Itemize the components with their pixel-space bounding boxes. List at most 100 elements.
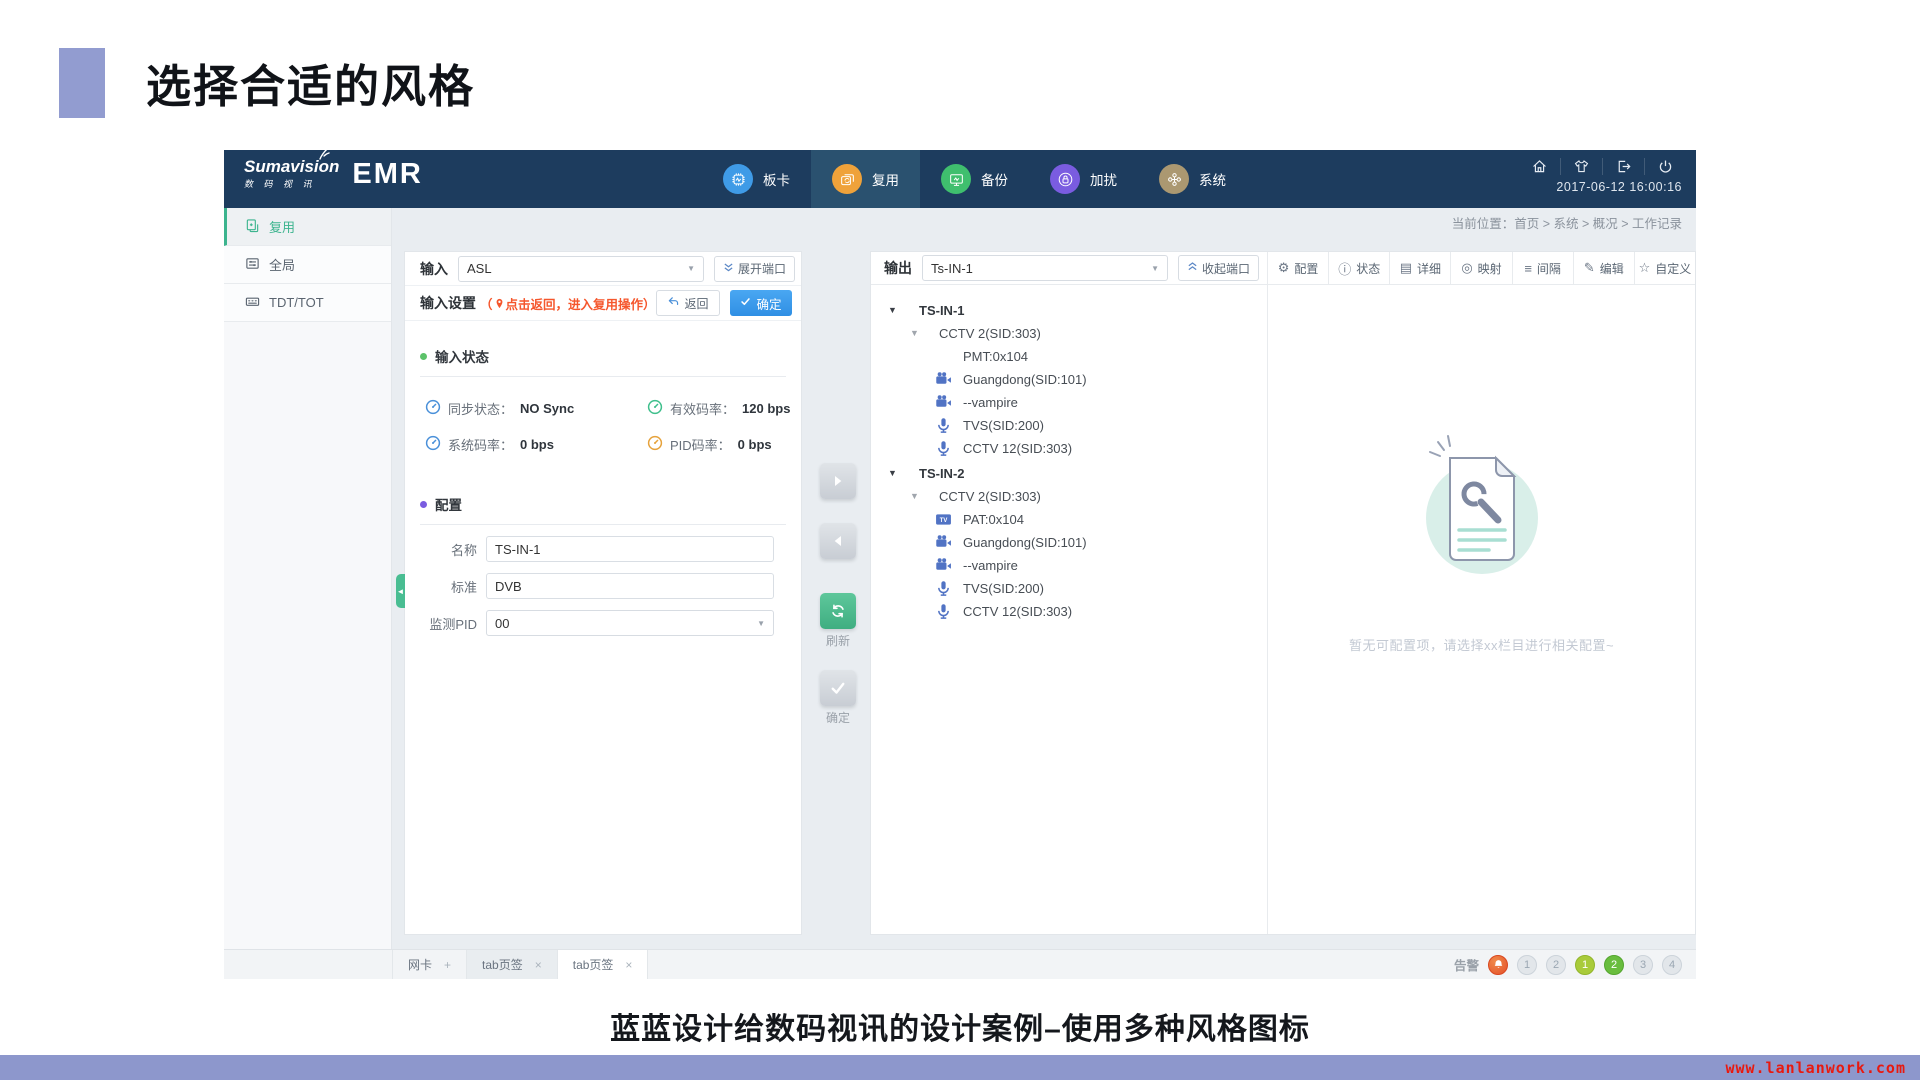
sidebar-item-label: 复用 [269, 217, 295, 236]
nav-label: 复用 [872, 169, 899, 189]
divider [420, 524, 786, 525]
tree-node-audio[interactable]: CCTV 12(SID:303) [871, 437, 1267, 460]
sidebar-item-global[interactable]: 全局 [224, 246, 391, 284]
slide: 选择合适的风格 Sumavision 数 码 视 讯 EMR [0, 0, 1920, 1080]
tree-node-program[interactable]: ▼CCTV 2(SID:303) [871, 322, 1267, 345]
close-tab-icon[interactable]: × [535, 958, 542, 972]
toolbar-config-button[interactable]: ⚙配置 [1268, 252, 1328, 284]
toolbar-detail-button[interactable]: ▤详细 [1389, 252, 1450, 284]
breadcrumb: 当前位置：首页 > 系统 > 概况 > 工作记录 [392, 208, 1696, 241]
input-panel: ◄ 输入 ASL ▼ 展开端口 输入设置 （ [404, 251, 802, 935]
toolbar-interval-button[interactable]: ≡间隔 [1512, 252, 1573, 284]
video-camera-icon [935, 394, 952, 411]
alarm-badge[interactable]: 3 [1633, 955, 1653, 975]
nav-tab-scramble[interactable]: 加扰 [1029, 150, 1138, 208]
confirm-button[interactable]: 确定 [730, 290, 792, 316]
sidebar-item-multiplex[interactable]: 复用 [224, 208, 391, 246]
sliders-icon [245, 256, 260, 274]
power-icon[interactable] [1644, 158, 1686, 175]
empty-state-document-wrench-icon [1402, 420, 1562, 593]
alarm-badge[interactable]: 1 [1517, 955, 1537, 975]
name-field[interactable] [486, 536, 774, 562]
expand-ports-button[interactable]: 展开端口 [714, 256, 795, 282]
panel-collapse-handle[interactable]: ◄ [396, 574, 405, 608]
microphone-icon [935, 440, 952, 457]
logout-icon[interactable] [1602, 158, 1644, 175]
caret-down-icon[interactable]: ▼ [888, 299, 897, 322]
tree-node-video[interactable]: --vampire [871, 391, 1267, 414]
nav-tab-multiplex[interactable]: 复用 [811, 150, 920, 208]
caret-down-icon[interactable]: ▼ [888, 462, 897, 485]
tree-node-program[interactable]: ▼CCTV 2(SID:303) [871, 485, 1267, 508]
tab-netcard[interactable]: 网卡 + [392, 950, 467, 979]
bottom-bar: 网卡 + tab页签 × tab页签 × 告警 1 2 1 [224, 949, 1696, 979]
video-camera-icon [935, 557, 952, 574]
alarm-badge[interactable]: 2 [1546, 955, 1566, 975]
board-chip-icon [723, 164, 753, 194]
move-right-button[interactable] [820, 463, 856, 499]
tree-node-audio[interactable]: TVS(SID:200) [871, 577, 1267, 600]
star-icon: ☆ [1639, 260, 1651, 276]
config-field-monitor-pid: 监测PID 00 ▼ [420, 610, 786, 636]
microphone-icon [935, 580, 952, 597]
list-icon: ≡ [1524, 261, 1532, 276]
alarm-bell-icon[interactable] [1488, 955, 1508, 975]
home-icon[interactable] [1519, 158, 1560, 175]
monitor-pid-select[interactable]: 00 ▼ [486, 610, 774, 636]
refresh-label: 刷新 [820, 632, 856, 649]
nav-tab-board[interactable]: 板卡 [702, 150, 811, 208]
tree-node-video[interactable]: Guangdong(SID:101) [871, 368, 1267, 391]
close-tab-icon[interactable]: × [625, 958, 632, 972]
tree-node-audio[interactable]: CCTV 12(SID:303) [871, 600, 1267, 623]
collapse-ports-button[interactable]: 收起端口 [1178, 255, 1259, 281]
alarm-badge[interactable]: 2 [1604, 955, 1624, 975]
sidebar-item-tdt-tot[interactable]: TDT/TOT [224, 284, 391, 322]
move-left-button[interactable] [820, 523, 856, 559]
tree-node-video[interactable]: Guangdong(SID:101) [871, 531, 1267, 554]
caret-down-icon[interactable]: ▼ [910, 485, 919, 508]
tree-node-ts-in-2[interactable]: ▼TS-IN-2 [871, 462, 1267, 485]
standard-field[interactable] [486, 573, 774, 599]
input-settings-title: 输入设置 [420, 293, 476, 313]
target-icon: ◎ [1461, 260, 1472, 276]
toolbar-mapping-button[interactable]: ◎映射 [1450, 252, 1511, 284]
tree-node-pmt[interactable]: PMT:0x104 [871, 345, 1267, 368]
sidebar: 复用 全局 TDT/TOT [224, 208, 392, 949]
tree-node-ts-in-1[interactable]: ▼TS-IN-1 [871, 299, 1267, 322]
caret-down-icon[interactable]: ▼ [910, 322, 919, 345]
tab-page-2[interactable]: tab页签 × [558, 950, 649, 979]
sidebar-item-label: TDT/TOT [269, 295, 324, 310]
theme-shirt-icon[interactable] [1560, 158, 1602, 175]
footer-bar: www.lanlanwork.com [0, 1055, 1920, 1080]
tree-node-audio[interactable]: TVS(SID:200) [871, 414, 1267, 437]
double-chevron-up-icon [1187, 261, 1198, 275]
back-button[interactable]: 返回 [656, 290, 720, 316]
sync-gauge-icon [425, 399, 441, 418]
toolbar-status-button[interactable]: ⓘ状态 [1328, 252, 1389, 284]
input-port-select[interactable]: ASL ▼ [458, 256, 704, 282]
alarm-badge[interactable]: 4 [1662, 955, 1682, 975]
refresh-button[interactable] [820, 593, 856, 629]
add-tab-icon[interactable]: + [444, 958, 451, 972]
field-label: 名称 [420, 540, 477, 559]
header-right: 2017-06-12 16:00:16 [1519, 158, 1686, 194]
tree-node-video[interactable]: --vampire [871, 554, 1267, 577]
toolbar-custom-button[interactable]: ☆自定义 [1634, 252, 1695, 284]
output-port-select[interactable]: Ts-IN-1 ▼ [922, 255, 1168, 281]
footer-url: www.lanlanwork.com [1725, 1059, 1906, 1077]
tree-node-pat[interactable]: TVPAT:0x104 [871, 508, 1267, 531]
keyboard-icon [245, 294, 260, 312]
transfer-confirm-button[interactable] [820, 670, 856, 706]
brand-logo: Sumavision 数 码 视 讯 EMR [244, 156, 423, 191]
product-name: EMR [352, 158, 422, 191]
alarm-badge[interactable]: 1 [1575, 955, 1595, 975]
nav-tab-system[interactable]: 系统 [1138, 150, 1247, 208]
back-arrow-icon [667, 295, 680, 311]
gear-icon: ⚙ [1278, 260, 1290, 276]
toolbar-edit-button[interactable]: ✎编辑 [1573, 252, 1634, 284]
input-settings-row: 输入设置 （ 点击返回，进入复用操作 ） 返回 [405, 286, 801, 321]
config-field-standard: 标准 [420, 573, 786, 599]
nav-tab-backup[interactable]: 备份 [920, 150, 1029, 208]
tab-page-1[interactable]: tab页签 × [467, 950, 558, 979]
edit-icon: ✎ [1584, 260, 1595, 276]
